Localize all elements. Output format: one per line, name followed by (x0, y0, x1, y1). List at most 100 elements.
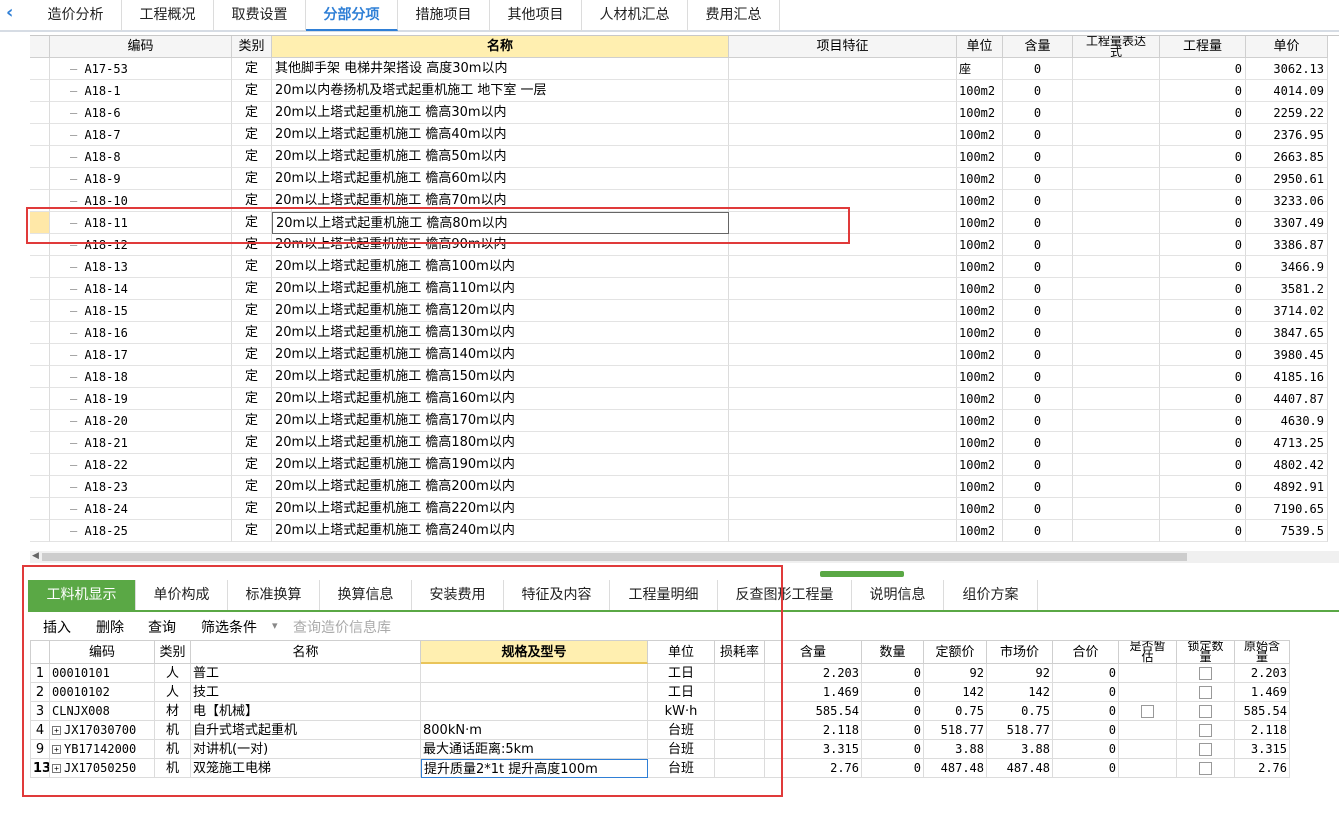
header-unit-price[interactable]: 单价 (1246, 36, 1328, 58)
cell-type[interactable]: 定 (232, 366, 272, 388)
row-marker[interactable] (30, 322, 50, 344)
cell-spec[interactable]: 最大通话距离:5km (421, 740, 648, 759)
cell-loss[interactable] (715, 664, 765, 683)
cell-name[interactable]: 20m以上塔式起重机施工 檐高160m以内 (272, 388, 729, 410)
cell-quantity-expression[interactable] (1073, 102, 1160, 124)
lower-header-type[interactable]: 类别 (155, 640, 191, 664)
cell-quantity-expression[interactable] (1073, 410, 1160, 432)
cell-loss[interactable] (715, 683, 765, 702)
cell-quantity[interactable]: 0 (1160, 124, 1246, 146)
cell-quantity[interactable]: 0 (1160, 410, 1246, 432)
table-row[interactable]: — A18-15 定 20m以上塔式起重机施工 檐高120m以内 100m2 0 0 371… (30, 300, 1339, 322)
cell-content[interactable]: 0 (1003, 432, 1073, 454)
cell-unit-price[interactable]: 3714.02 (1246, 300, 1328, 322)
cell-feature[interactable] (729, 190, 957, 212)
cell-unit-price[interactable]: 2950.61 (1246, 168, 1328, 190)
cell-name[interactable]: 20m以上塔式起重机施工 檐高180m以内 (272, 432, 729, 454)
cell-feature[interactable] (729, 410, 957, 432)
cell-lock[interactable] (1177, 721, 1235, 740)
cell-unit[interactable]: 座 (957, 58, 1003, 80)
cell-total[interactable]: 0 (1053, 683, 1119, 702)
cell-content[interactable]: 0 (1003, 322, 1073, 344)
row-marker[interactable] (30, 432, 50, 454)
cell-code[interactable]: — A18-11 (50, 212, 232, 234)
cell-feature[interactable] (729, 388, 957, 410)
cell-code[interactable]: — A18-16 (50, 322, 232, 344)
cell-name[interactable]: 20m以上塔式起重机施工 檐高120m以内 (272, 300, 729, 322)
cell-name[interactable]: 20m以上塔式起重机施工 檐高200m以内 (272, 476, 729, 498)
cell-unit[interactable]: 100m2 (957, 344, 1003, 366)
cell-code[interactable]: — A18-9 (50, 168, 232, 190)
cell-name[interactable]: 20m以上塔式起重机施工 檐高170m以内 (272, 410, 729, 432)
cell-name[interactable]: 20m以上塔式起重机施工 檐高90m以内 (272, 234, 729, 256)
cell-unit-price[interactable]: 2376.95 (1246, 124, 1328, 146)
cell-feature[interactable] (729, 212, 957, 234)
cell-code[interactable]: — A18-8 (50, 146, 232, 168)
cell-quantity[interactable]: 0 (1160, 256, 1246, 278)
cell-unit-price[interactable]: 3980.45 (1246, 344, 1328, 366)
cell-unit-price[interactable]: 7539.5 (1246, 520, 1328, 542)
cell-content[interactable]: 0 (1003, 388, 1073, 410)
header-unit[interactable]: 单位 (957, 36, 1003, 58)
cell-type[interactable]: 定 (232, 58, 272, 80)
cell-loss[interactable] (715, 721, 765, 740)
tab-project-overview[interactable]: 工程概况 (122, 0, 214, 31)
table-row[interactable]: — A18-8 定 20m以上塔式起重机施工 檐高50m以内 100m2 0 0 2663.… (30, 146, 1339, 168)
insert-button[interactable]: 插入 (43, 617, 71, 637)
header-quantity[interactable]: 工程量 (1160, 36, 1246, 58)
cell-total[interactable]: 0 (1053, 664, 1119, 683)
cell-feature[interactable] (729, 278, 957, 300)
row-marker[interactable] (30, 388, 50, 410)
row-marker[interactable] (30, 124, 50, 146)
cell-unit-price[interactable]: 7190.65 (1246, 498, 1328, 520)
cell-unit[interactable]: 100m2 (957, 146, 1003, 168)
cell-type[interactable]: 定 (232, 454, 272, 476)
cell-type[interactable]: 定 (232, 410, 272, 432)
cell-feature[interactable] (729, 124, 957, 146)
cell-quantity-expression[interactable] (1073, 520, 1160, 542)
lower-header-estimate[interactable]: 是否暂估 (1119, 640, 1177, 664)
cell-unit[interactable]: 100m2 (957, 432, 1003, 454)
header-type[interactable]: 类别 (232, 36, 272, 58)
cell-type[interactable]: 定 (232, 102, 272, 124)
row-marker[interactable] (30, 300, 50, 322)
cell-feature[interactable] (729, 300, 957, 322)
lock-checkbox[interactable] (1199, 743, 1212, 756)
cell-estimate[interactable] (1119, 683, 1177, 702)
tab-cost-analysis[interactable]: 造价分析 (30, 0, 122, 31)
cell-feature[interactable] (729, 80, 957, 102)
cell-unit[interactable]: 100m2 (957, 234, 1003, 256)
cell-loss[interactable] (715, 702, 765, 721)
cell-unit[interactable]: 100m2 (957, 190, 1003, 212)
cell-original-content[interactable]: 3.315 (1235, 740, 1290, 759)
cell-spec[interactable] (421, 683, 648, 702)
row-marker[interactable] (30, 212, 50, 234)
resource-row[interactable]: 3 CLNJX008 材电【机械】 kW·h 585.54 0 0.75 0.75 0 585.5… (30, 702, 1290, 721)
cell-name[interactable]: 自升式塔式起重机 (191, 721, 421, 740)
cell-type[interactable]: 机 (155, 759, 191, 778)
cell-quantity-expression[interactable] (1073, 322, 1160, 344)
cell-unit[interactable]: 100m2 (957, 410, 1003, 432)
lock-checkbox[interactable] (1199, 705, 1212, 718)
cell-content[interactable]: 0 (1003, 300, 1073, 322)
subtab-graphic-quantity[interactable]: 反查图形工程量 (718, 580, 852, 610)
table-row[interactable]: — A18-21 定 20m以上塔式起重机施工 檐高180m以内 100m2 0 0 471… (30, 432, 1339, 454)
cell-code[interactable]: — A18-19 (50, 388, 232, 410)
expand-icon[interactable]: + (52, 764, 61, 773)
lower-header-total[interactable]: 合价 (1053, 640, 1119, 664)
cell-estimate[interactable] (1119, 664, 1177, 683)
cell-code[interactable]: — A18-24 (50, 498, 232, 520)
lower-header-name[interactable]: 名称 (191, 640, 421, 664)
cell-feature[interactable] (729, 520, 957, 542)
row-marker[interactable] (30, 344, 50, 366)
row-marker[interactable] (30, 498, 50, 520)
lower-header-market-price[interactable]: 市场价 (987, 640, 1053, 664)
table-row[interactable]: — A18-19 定 20m以上塔式起重机施工 檐高160m以内 100m2 0 0 440… (30, 388, 1339, 410)
table-row[interactable]: — A18-14 定 20m以上塔式起重机施工 檐高110m以内 100m2 0 0 358… (30, 278, 1339, 300)
cell-code[interactable]: — A18-7 (50, 124, 232, 146)
cell-quantity[interactable]: 0 (862, 683, 924, 702)
cell-code[interactable]: — A17-53 (50, 58, 232, 80)
cell-unit[interactable]: 100m2 (957, 366, 1003, 388)
row-marker[interactable] (30, 102, 50, 124)
cell-type[interactable]: 定 (232, 146, 272, 168)
